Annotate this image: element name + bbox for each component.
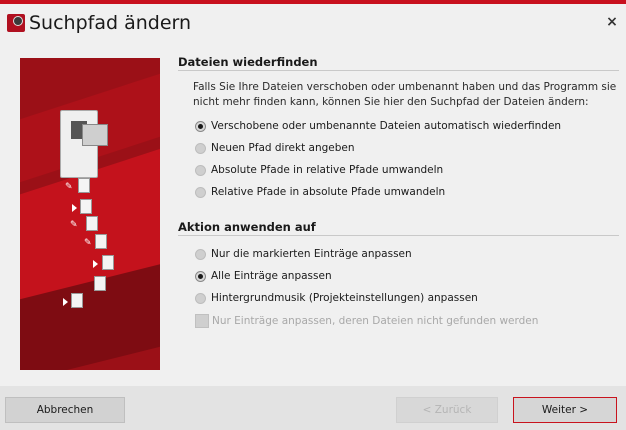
title-bar: Suchpfad ändern × (0, 4, 626, 38)
arrow-icon (63, 298, 68, 306)
radio-label: Relative Pfade in absolute Pfade umwande… (211, 186, 446, 198)
radio-label: Neuen Pfad direkt angeben (211, 142, 355, 154)
radio-indicator (195, 270, 206, 282)
checkbox-label: Nur Einträge anpassen, deren Dateien nic… (212, 315, 539, 327)
folder-icon (95, 234, 107, 249)
radio-label: Absolute Pfade in relative Pfade umwande… (211, 164, 444, 176)
section-divider (178, 235, 619, 236)
checkbox-only-missing[interactable]: Nur Einträge anpassen, deren Dateien nic… (195, 313, 538, 329)
section-description: Falls Sie Ihre Dateien verschoben oder u… (193, 81, 617, 108)
radio-indicator (195, 186, 206, 198)
radio-label: Alle Einträge anpassen (211, 270, 332, 282)
radio-indicator (195, 292, 206, 304)
folder-icon (94, 276, 106, 291)
radio-background-music[interactable]: Hintergrundmusik (Projekteinstellungen) … (195, 290, 478, 306)
radio-relative-to-absolute[interactable]: Relative Pfade in absolute Pfade umwande… (195, 184, 445, 200)
app-icon (7, 14, 25, 32)
next-button[interactable]: Weiter > (513, 397, 617, 423)
radio-label: Nur die markierten Einträge anpassen (211, 248, 412, 260)
pencil-icon: ✎ (65, 182, 73, 192)
pencil-icon: ✎ (84, 238, 92, 248)
radio-indicator (195, 164, 206, 176)
radio-absolute-to-relative[interactable]: Absolute Pfade in relative Pfade umwande… (195, 162, 443, 178)
folder-icon (86, 216, 98, 231)
folder-icon (78, 178, 90, 193)
section-heading-find-files: Dateien wiederfinden (178, 55, 318, 69)
radio-indicator (195, 120, 206, 132)
arrow-icon (72, 204, 77, 212)
folder-icon (80, 199, 92, 214)
folder-icon (102, 255, 114, 270)
radio-auto-find[interactable]: Verschobene oder umbenannte Dateien auto… (195, 118, 561, 134)
radio-new-path[interactable]: Neuen Pfad direkt angeben (195, 140, 355, 156)
pencil-icon: ✎ (70, 220, 78, 230)
section-divider (178, 70, 619, 71)
radio-indicator (195, 142, 206, 154)
radio-label: Hintergrundmusik (Projekteinstellungen) … (211, 292, 478, 304)
section-heading-apply-action: Aktion anwenden auf (178, 220, 316, 234)
window-title: Suchpfad ändern (29, 12, 192, 34)
back-button[interactable]: < Zurück (396, 397, 498, 423)
folder-icon (71, 293, 83, 308)
arrow-icon (93, 260, 98, 268)
radio-all-entries[interactable]: Alle Einträge anpassen (195, 268, 332, 284)
radio-marked-entries[interactable]: Nur die markierten Einträge anpassen (195, 246, 412, 262)
cancel-button[interactable]: Abbrechen (5, 397, 125, 423)
illustration-image: ✎ ✎ ✎ (20, 58, 160, 370)
checkbox-box (195, 314, 209, 328)
radio-indicator (195, 248, 206, 260)
radio-label: Verschobene oder umbenannte Dateien auto… (211, 120, 562, 132)
close-icon[interactable]: × (604, 14, 620, 30)
